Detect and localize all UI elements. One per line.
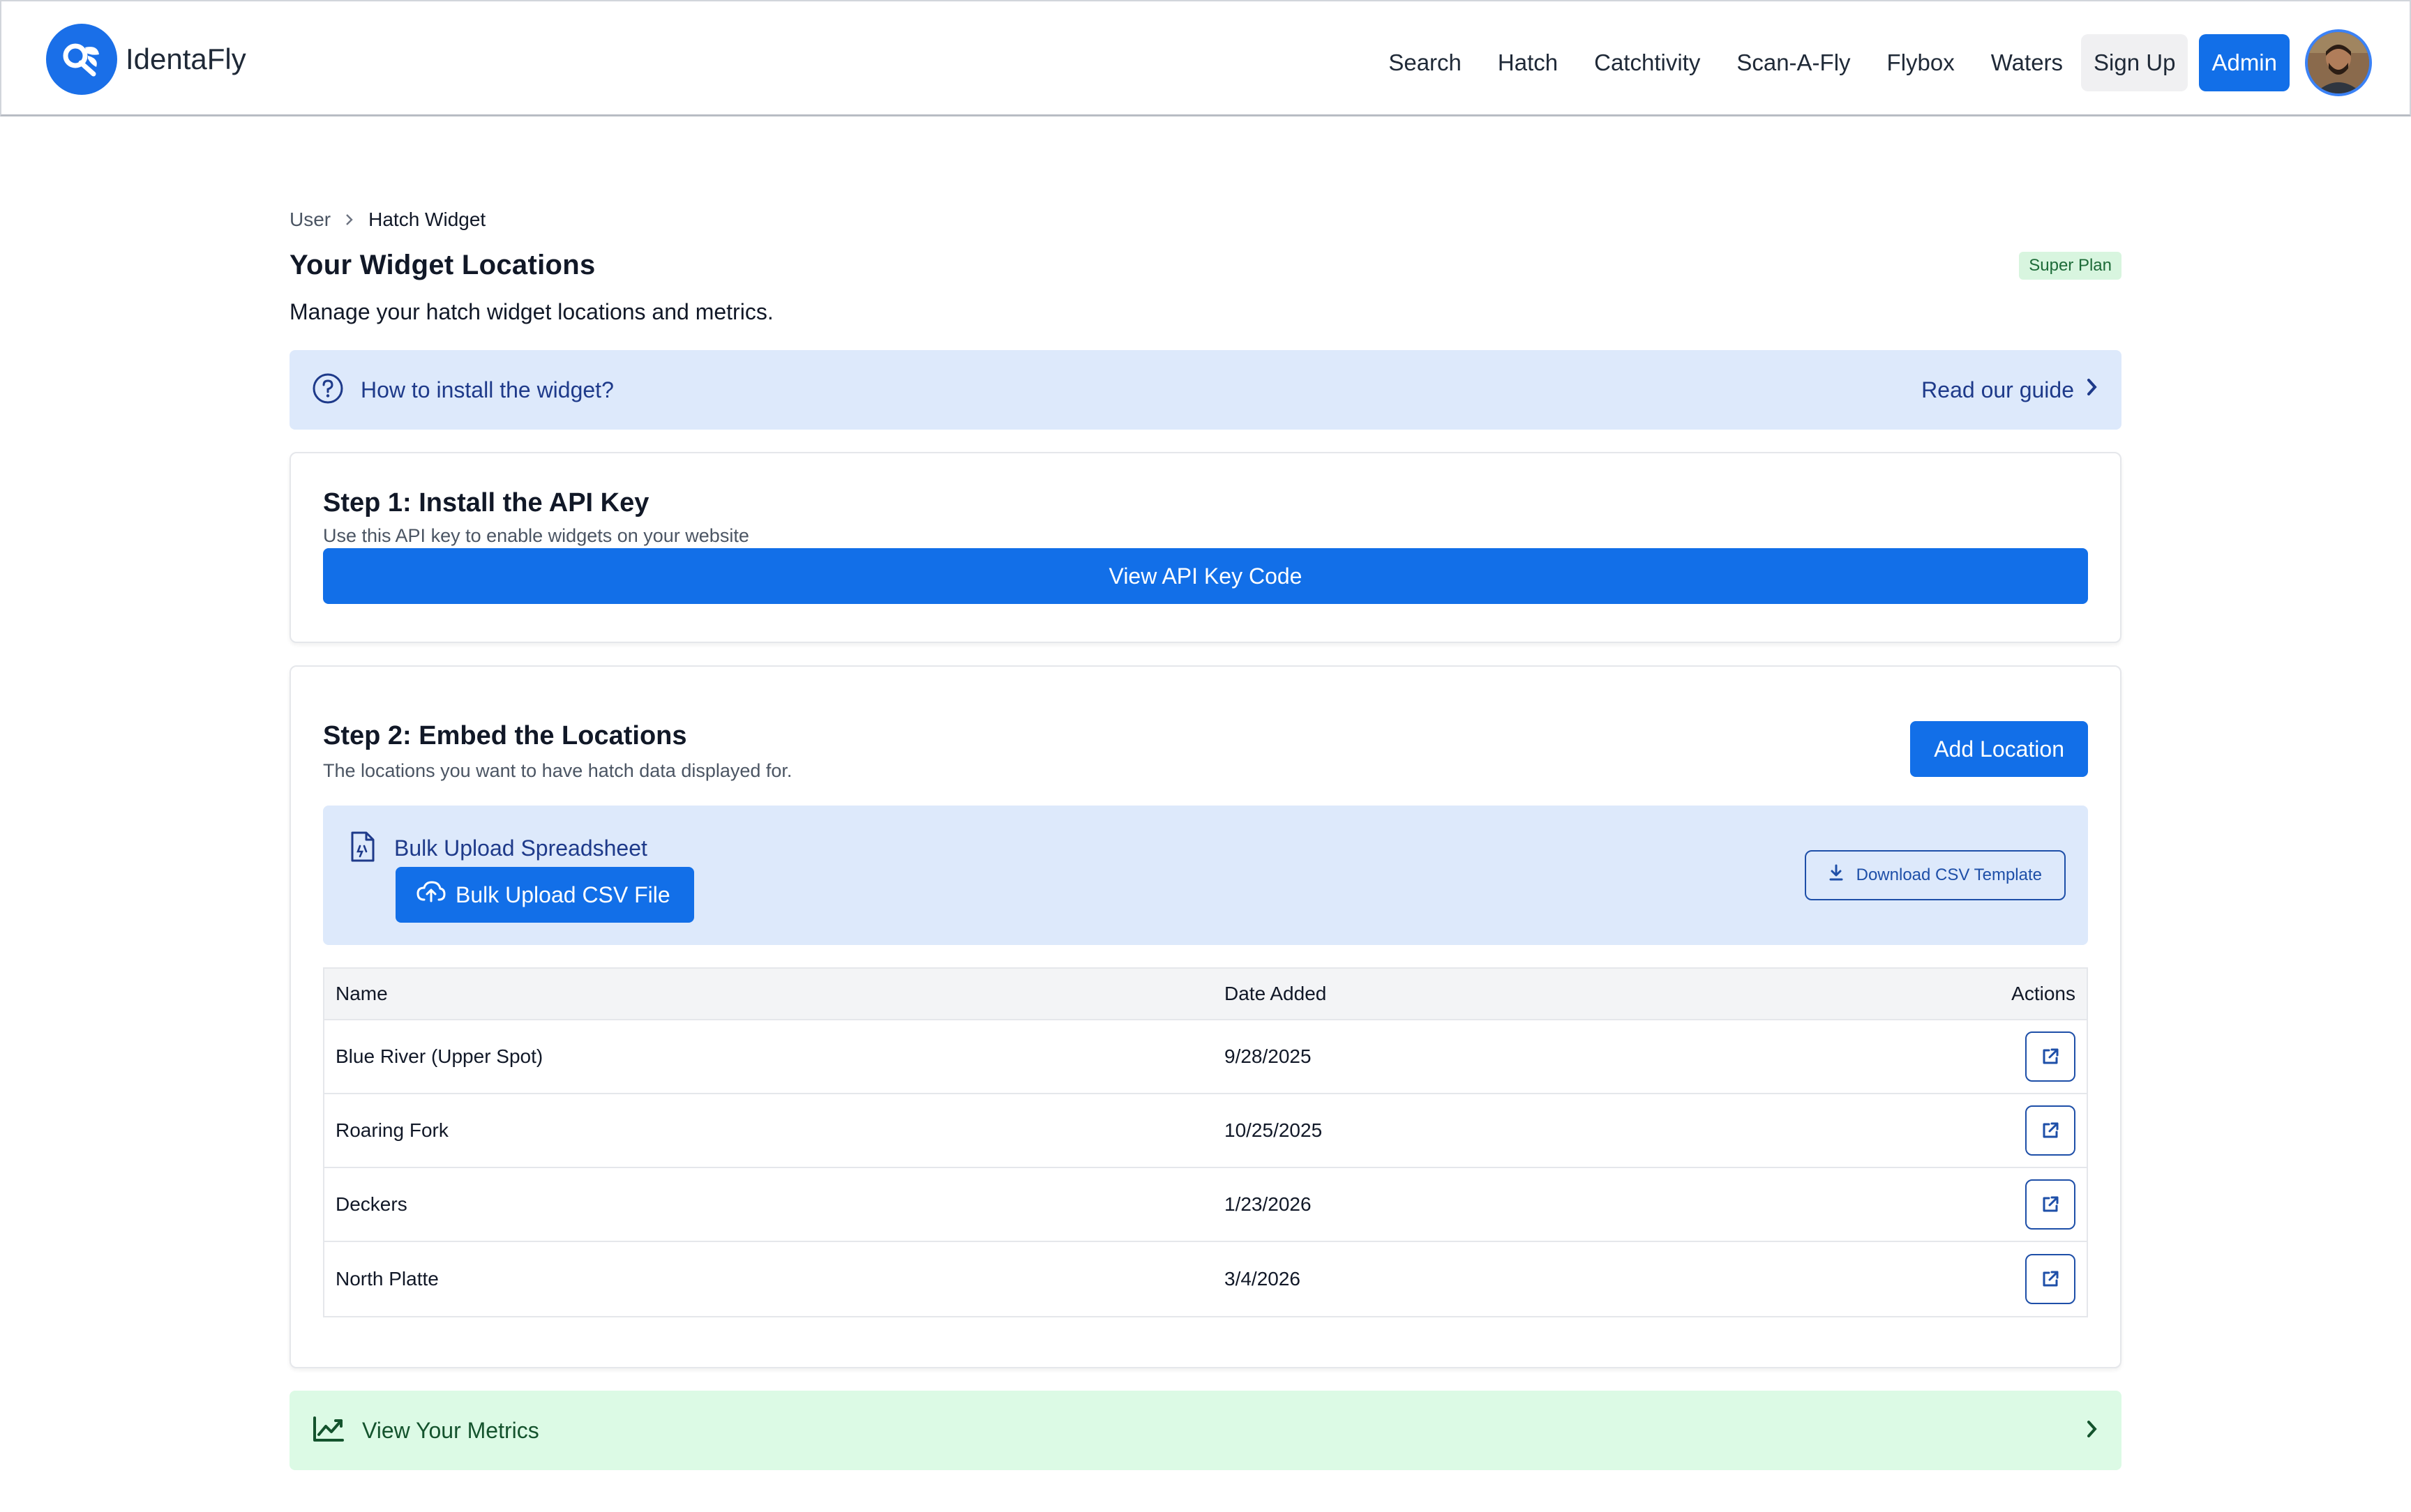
- sign-up-button[interactable]: Sign Up: [2081, 34, 2188, 91]
- guide-question-text: How to install the widget?: [361, 377, 614, 402]
- view-metrics-label: View Your Metrics: [362, 1417, 539, 1443]
- column-name[interactable]: Name: [324, 983, 1224, 1005]
- nav-waters[interactable]: Waters: [1991, 50, 2063, 76]
- bulk-upload-csv-button[interactable]: Bulk Upload CSV File: [396, 867, 694, 923]
- step2-desc: The locations you want to have hatch dat…: [323, 760, 793, 781]
- chevron-right-icon: [2085, 1419, 2099, 1443]
- guide-question: How to install the widget?: [312, 372, 614, 408]
- location-name: North Platte: [336, 1268, 439, 1290]
- bulk-upload-title: Bulk Upload Spreadsheet: [394, 836, 647, 861]
- step1-card: Step 1: Install the API Key Use this API…: [290, 452, 2121, 643]
- location-name: Roaring Fork: [336, 1119, 449, 1141]
- add-location-button[interactable]: Add Location: [1910, 721, 2088, 777]
- breadcrumb-user[interactable]: User: [290, 209, 331, 231]
- external-link-icon: [2043, 1196, 2059, 1212]
- table-row: Deckers 1/23/2026: [324, 1168, 2087, 1242]
- external-link-icon: [2043, 1122, 2059, 1138]
- nav-catchtivity[interactable]: Catchtivity: [1594, 50, 1700, 76]
- download-csv-template-button[interactable]: Download CSV Template: [1804, 850, 2066, 900]
- location-date: 10/25/2025: [1224, 1119, 1323, 1141]
- external-link-icon: [2043, 1271, 2059, 1287]
- breadcrumb: User Hatch Widget: [290, 202, 2121, 237]
- help-circle-icon: [312, 372, 344, 408]
- row-actions: [1947, 1105, 2087, 1156]
- location-date: 3/4/2026: [1224, 1268, 1300, 1290]
- table-row: Roaring Fork 10/25/2025: [324, 1094, 2087, 1168]
- plan-badge: Super Plan: [2019, 251, 2121, 280]
- column-actions: Actions: [2011, 983, 2075, 1004]
- main-content: User Hatch Widget Your Widget Locations …: [290, 202, 2121, 1470]
- bulk-upload-csv-label: Bulk Upload CSV File: [456, 882, 670, 907]
- avatar[interactable]: [2305, 29, 2372, 96]
- trending-up-icon: [312, 1415, 345, 1446]
- nav-scan-a-fly[interactable]: Scan-A-Fly: [1736, 50, 1850, 76]
- step1-desc: Use this API key to enable widgets on yo…: [323, 525, 749, 546]
- top-navbar: IdentaFly Search Hatch Catchtivity Scan-…: [0, 0, 2411, 116]
- row-actions: [1947, 1179, 2087, 1230]
- identafly-logo: [46, 24, 117, 95]
- locations-table: Name Date Added Actions Blue River (Uppe…: [323, 967, 2088, 1317]
- step1-title: Step 1: Install the API Key: [323, 488, 649, 517]
- location-name: Deckers: [336, 1193, 407, 1215]
- view-metrics-banner[interactable]: View Your Metrics: [290, 1391, 2121, 1470]
- install-guide-banner[interactable]: How to install the widget? Read our guid…: [290, 350, 2121, 430]
- brand[interactable]: IdentaFly: [46, 24, 246, 95]
- download-icon: [1828, 864, 1856, 887]
- main-nav: Search Hatch Catchtivity Scan-A-Fly Flyb…: [1388, 29, 2372, 96]
- title-row: Your Widget Locations Super Plan: [290, 250, 2121, 281]
- read-guide-label: Read our guide: [1921, 377, 2074, 402]
- metrics-label-group: View Your Metrics: [312, 1415, 539, 1446]
- admin-button[interactable]: Admin: [2199, 34, 2290, 91]
- row-actions: [1947, 1031, 2087, 1082]
- read-guide-link[interactable]: Read our guide: [1921, 377, 2099, 403]
- cloud-upload-icon: [416, 880, 456, 909]
- view-api-key-button[interactable]: View API Key Code: [323, 548, 2088, 604]
- download-csv-template-label: Download CSV Template: [1856, 865, 2042, 884]
- bulk-upload-panel: Bulk Upload Spreadsheet Bulk Upload CSV …: [323, 806, 2088, 945]
- step2-title: Step 2: Embed the Locations: [323, 721, 687, 750]
- open-location-button[interactable]: [2025, 1105, 2075, 1156]
- open-location-button[interactable]: [2025, 1031, 2075, 1082]
- table-row: Blue River (Upper Spot) 9/28/2025: [324, 1020, 2087, 1094]
- brand-name: IdentaFly: [126, 43, 246, 75]
- row-actions: [1947, 1254, 2087, 1304]
- page-title: Your Widget Locations: [290, 250, 596, 280]
- location-date: 1/23/2026: [1224, 1193, 1312, 1215]
- page-subtitle: Manage your hatch widget locations and m…: [290, 299, 774, 324]
- table-row: North Platte 3/4/2026: [324, 1242, 2087, 1316]
- file-spreadsheet-icon: [348, 831, 376, 866]
- nav-search[interactable]: Search: [1388, 50, 1462, 76]
- column-date-added[interactable]: Date Added: [1224, 983, 1947, 1005]
- external-link-icon: [2043, 1048, 2059, 1064]
- breadcrumb-current: Hatch Widget: [368, 209, 486, 230]
- location-date: 9/28/2025: [1224, 1045, 1312, 1067]
- chevron-right-icon: [345, 213, 354, 227]
- open-location-button[interactable]: [2025, 1254, 2075, 1304]
- table-header: Name Date Added Actions: [324, 969, 2087, 1020]
- location-name: Blue River (Upper Spot): [336, 1045, 543, 1067]
- open-location-button[interactable]: [2025, 1179, 2075, 1230]
- nav-hatch[interactable]: Hatch: [1498, 50, 1558, 76]
- bulk-upload-header: Bulk Upload Spreadsheet: [348, 831, 647, 866]
- step2-card: Step 2: Embed the Locations Add Location…: [290, 665, 2121, 1368]
- nav-flybox[interactable]: Flybox: [1887, 50, 1955, 76]
- chevron-right-icon: [2074, 377, 2099, 403]
